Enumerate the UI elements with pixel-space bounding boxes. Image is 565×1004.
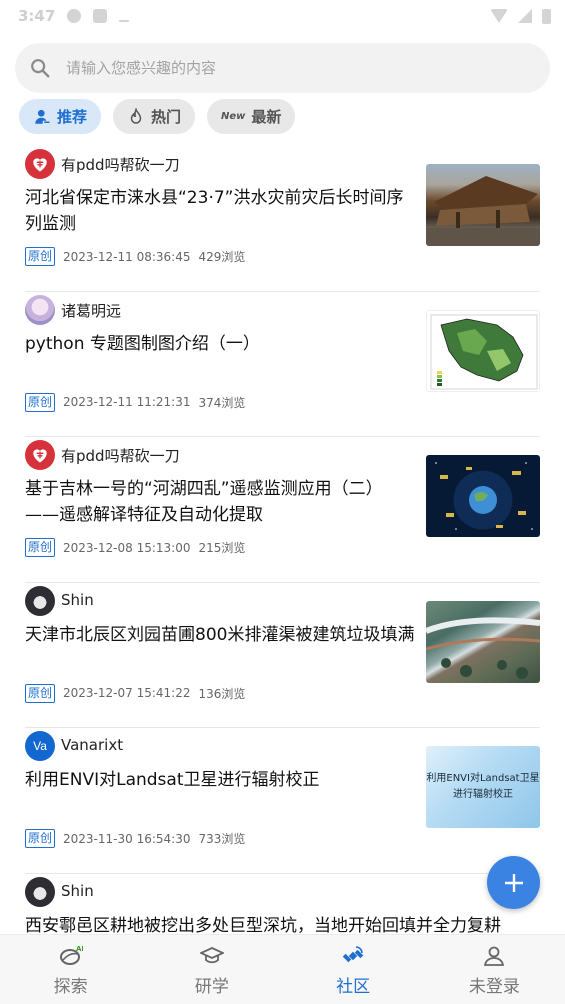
battery-icon <box>542 8 551 24</box>
post-author[interactable]: Shin <box>61 882 94 900</box>
create-post-button[interactable] <box>487 856 540 909</box>
post-date: 2023-12-08 15:13:00 <box>63 540 191 555</box>
post-views: 136浏览 <box>198 686 246 701</box>
tab-hot-label: 热门 <box>151 108 182 126</box>
nav-study-label: 研学 <box>194 977 229 997</box>
search-icon <box>31 59 50 78</box>
post-author[interactable]: Vanarixt <box>61 736 123 754</box>
original-badge: 原创 <box>25 538 56 557</box>
post-title[interactable]: 河北省保定市涞水县“23·7”洪水灾前灾后长时间序列监测 <box>25 185 415 237</box>
nav-community[interactable]: 社区 <box>283 935 424 1004</box>
post-meta: 原创 2023-12-11 11:21:31 374浏览 <box>25 392 246 412</box>
map-image[interactable] <box>426 309 540 392</box>
post-item[interactable]: Shin 天津市北辰区刘园苗圃800米排灌渠被建筑垃圾填满 原创 2023-12… <box>25 583 540 728</box>
post-meta: 原创 2023-11-30 16:54:30 733浏览 <box>25 829 245 848</box>
nav-study[interactable]: 研学 <box>141 935 282 1004</box>
tab-latest[interactable]: New 最新 <box>207 99 296 134</box>
tab-latest-label: 最新 <box>251 108 282 126</box>
post-item[interactable]: 有pdd吗帮砍一刀 基于吉林一号的“河湖四乱”遥感监测应用（二）——遥感解译特征… <box>25 437 540 583</box>
post-views: 374浏览 <box>198 395 246 410</box>
post-date: 2023-11-30 16:54:30 <box>63 831 191 846</box>
aerial-image[interactable] <box>426 600 540 683</box>
post-author[interactable]: 有pdd吗帮砍一刀 <box>61 445 180 466</box>
post-meta: 原创 2023-12-07 15:41:22 136浏览 <box>25 683 246 703</box>
post-author[interactable]: Shin <box>61 591 94 609</box>
flood-image[interactable] <box>426 164 540 246</box>
original-badge: 原创 <box>25 829 56 848</box>
post-author[interactable]: 诸葛明远 <box>61 300 121 321</box>
post-views: 733浏览 <box>198 832 246 846</box>
ai-badge: AI <box>76 945 83 953</box>
new-icon: New <box>221 111 246 122</box>
envi-image-text: 利用ENVI对Landsat卫星进行辐射校正 <box>426 773 540 800</box>
post-item[interactable]: 诸葛明远 python 专题图制图介绍（一） 原创 2023-12-11 11:… <box>25 292 540 437</box>
tab-hot[interactable]: 热门 <box>113 99 196 134</box>
post-date: 2023-12-11 08:36:45 <box>63 249 191 264</box>
nav-explore-label: 探索 <box>53 977 88 997</box>
post-date: 2023-12-11 11:21:31 <box>63 395 191 409</box>
status-time: 3:47 <box>18 7 56 25</box>
post-views: 215浏览 <box>198 541 246 555</box>
post-views: 429浏览 <box>198 250 246 264</box>
avatar[interactable] <box>25 876 55 907</box>
app-notification-icon <box>93 9 108 23</box>
post-item[interactable]: 有pdd吗帮砍一刀 河北省保定市涞水县“23·7”洪水灾前灾后长时间序列监测 原… <box>25 146 540 292</box>
tab-recommended-label: 推荐 <box>57 108 88 126</box>
flame-icon <box>130 107 142 124</box>
nav-community-label: 社区 <box>336 977 371 997</box>
logo-icon <box>33 158 47 172</box>
avatar[interactable] <box>25 149 55 179</box>
signal-icon <box>518 9 532 23</box>
logo-icon <box>33 449 47 463</box>
post-title[interactable]: python 专题图制图介绍（一） <box>25 331 415 357</box>
search-input[interactable] <box>66 59 506 77</box>
plus-icon <box>504 873 523 892</box>
post-title[interactable]: 基于吉林一号的“河湖四乱”遥感监测应用（二）——遥感解译特征及自动化提取 <box>25 476 415 528</box>
tab-recommended[interactable]: 推荐 <box>19 99 102 134</box>
user-outline-icon <box>484 946 505 966</box>
post-author[interactable]: 有pdd吗帮砍一刀 <box>61 154 180 175</box>
wifi-icon <box>490 9 508 23</box>
user-icon <box>35 109 50 124</box>
post-meta: 原创 2023-12-11 08:36:45 429浏览 <box>25 247 245 266</box>
explore-ai-icon: AI <box>59 945 83 965</box>
satellite-icon <box>342 946 364 963</box>
envi-image[interactable]: 利用ENVI对Landsat卫星进行辐射校正 <box>426 746 540 828</box>
original-badge: 原创 <box>25 683 56 703</box>
post-meta: 原创 2023-12-08 15:13:00 215浏览 <box>25 538 245 557</box>
avatar[interactable] <box>25 440 55 470</box>
post-title[interactable]: 利用ENVI对Landsat卫星进行辐射校正 <box>25 767 415 793</box>
download-icon <box>119 10 130 22</box>
nav-explore[interactable]: AI 探索 <box>0 935 141 1004</box>
original-badge: 原创 <box>25 247 56 266</box>
avatar[interactable] <box>25 294 55 325</box>
search-bar[interactable] <box>15 43 550 93</box>
status-bar: 3:47 <box>0 0 565 32</box>
filter-tabs: 推荐 热门 New 最新 <box>19 99 296 134</box>
community-page: 3:47 推荐 <box>0 0 565 1004</box>
satellite-space-image[interactable] <box>426 455 540 537</box>
post-date: 2023-12-07 15:41:22 <box>63 686 191 700</box>
notification-icon <box>67 9 82 23</box>
post-item[interactable]: Va Vanarixt 利用ENVI对Landsat卫星进行辐射校正 原创 20… <box>25 728 540 874</box>
post-title[interactable]: 天津市北辰区刘园苗圃800米排灌渠被建筑垃圾填满 <box>25 622 415 648</box>
nav-account[interactable]: 未登录 <box>424 935 565 1004</box>
graduation-cap-icon <box>199 947 224 964</box>
nav-account-label: 未登录 <box>468 977 520 997</box>
avatar[interactable]: Va <box>25 731 55 761</box>
avatar[interactable] <box>25 585 55 616</box>
post-feed: 有pdd吗帮砍一刀 河北省保定市涞水县“23·7”洪水灾前灾后长时间序列监测 原… <box>0 146 565 1004</box>
bottom-nav: AI 探索 研学 社区 未登录 <box>0 934 565 1004</box>
original-badge: 原创 <box>25 392 56 412</box>
